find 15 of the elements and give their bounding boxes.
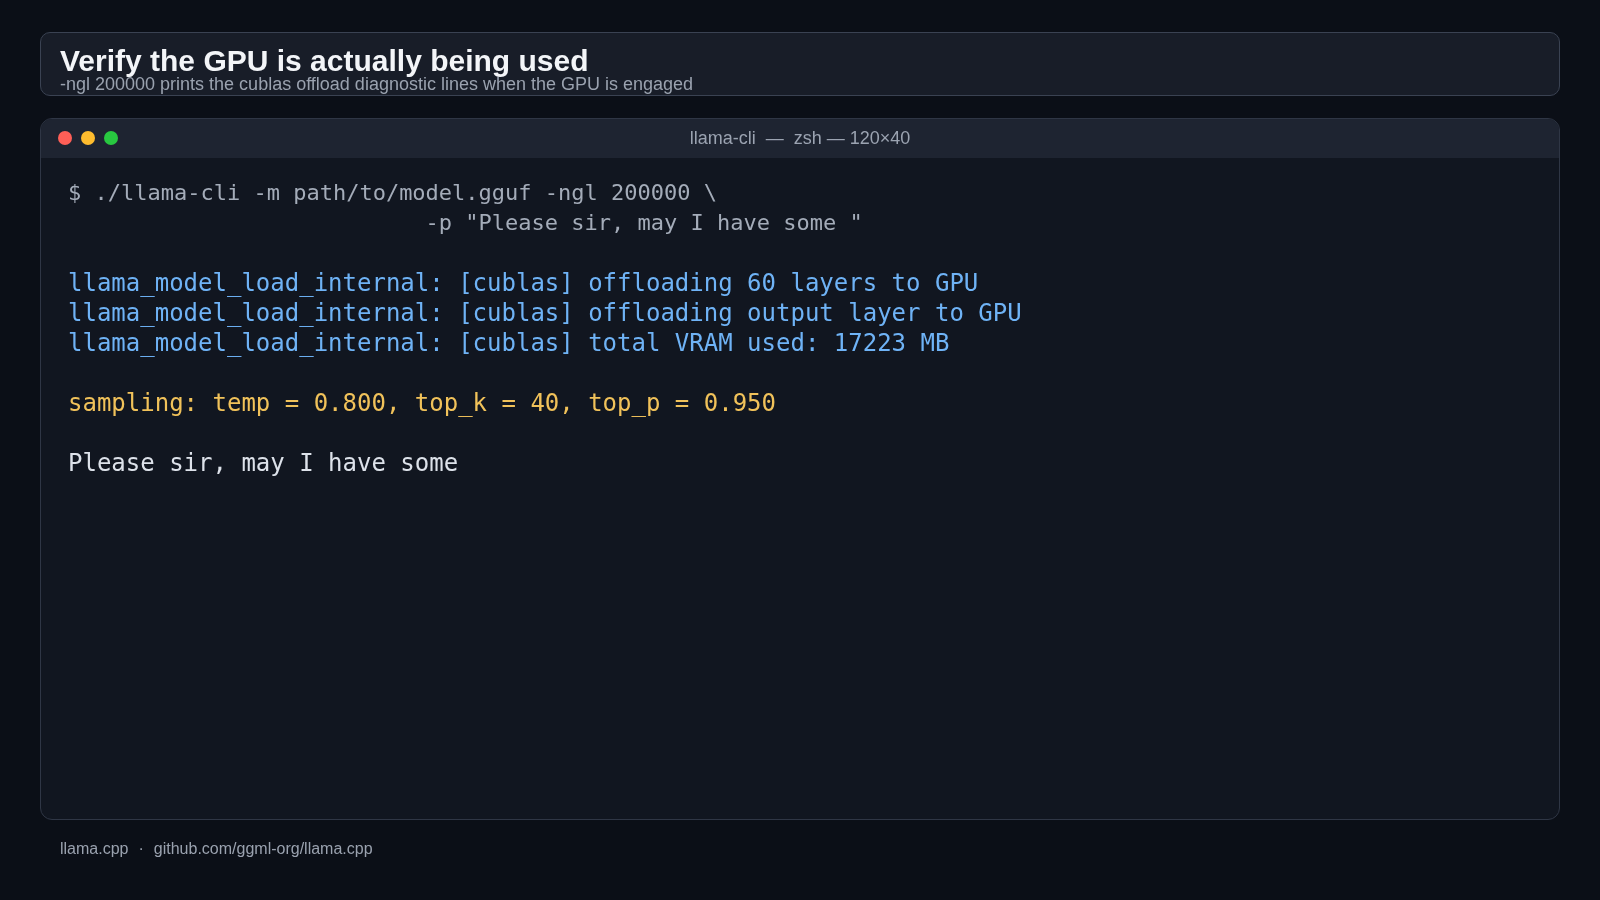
log-line: llama_model_load_internal: [cublas] offloading output layer to GPU bbox=[68, 298, 1022, 328]
window-minimize-icon[interactable] bbox=[81, 131, 95, 145]
window-maximize-icon[interactable] bbox=[104, 131, 118, 145]
sampling-line: sampling: temp = 0.800, top_k = 40, top_p = 0.950 bbox=[68, 388, 776, 418]
footer-project-name: llama.cpp bbox=[60, 840, 129, 858]
terminal-title: llama-cli — zsh — 120×40 bbox=[689, 128, 911, 149]
page-title: Verify the GPU is actually being used bbox=[60, 47, 589, 75]
footer-separator: · bbox=[138, 840, 144, 858]
output-line: Please sir, may I have some bbox=[68, 448, 459, 478]
log-line: llama_model_load_internal: [cublas] total VRAM used: 17223 MB bbox=[68, 328, 950, 358]
command-line: $ ./llama-cli -m path/to/model.gguf -ngl 200000 \ bbox=[68, 179, 717, 207]
footer-url: github.com/ggml-org/llama.cpp bbox=[153, 840, 373, 858]
command-line: -p "Please sir, may I have some " bbox=[425, 209, 863, 237]
window-close-icon[interactable] bbox=[58, 131, 72, 145]
log-line: llama_model_load_internal: [cublas] offloading 60 layers to GPU bbox=[68, 268, 979, 298]
